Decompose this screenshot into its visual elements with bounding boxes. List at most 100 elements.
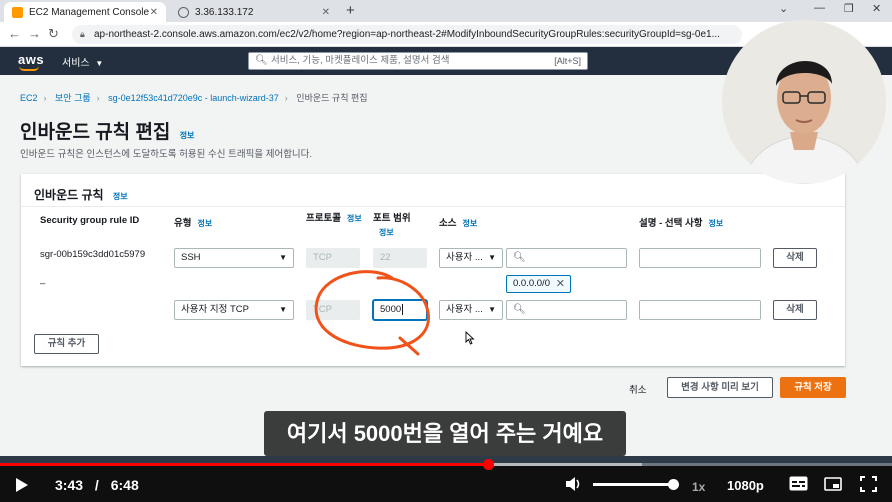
delete-button-2[interactable]: 삭제 <box>773 300 817 320</box>
info-link[interactable]: 정보 <box>197 219 212 228</box>
tab-label: EC2 Management Console <box>29 6 150 18</box>
maximize-icon[interactable]: ❐ <box>844 2 854 15</box>
info-link[interactable]: 정보 <box>180 131 195 140</box>
search-icon: 🔍︎ <box>255 55 268 66</box>
col-rule-id: Security group rule ID <box>40 215 140 226</box>
cancel-link[interactable]: 취소 <box>629 382 646 396</box>
caret-down-icon: ▼ <box>488 305 496 314</box>
volume-icon[interactable] <box>565 476 583 492</box>
services-menu[interactable]: 서비스 ▼ <box>62 54 103 69</box>
minimize-icon[interactable]: — <box>814 2 825 14</box>
time-display: 3:43 / 6:48 <box>55 477 139 493</box>
tab-search-icon[interactable]: ⌄ <box>779 2 788 15</box>
col-port-range: 포트 범위 정보 <box>373 212 433 240</box>
new-tab-icon[interactable]: + <box>346 2 355 19</box>
divider <box>21 206 845 207</box>
type-select-1[interactable]: SSH ▼ <box>174 248 294 268</box>
progress-scrubber[interactable] <box>482 459 494 470</box>
breadcrumb-security-groups[interactable]: 보안 그룹 <box>55 93 91 103</box>
forward-icon[interactable]: → <box>28 26 41 41</box>
url-text: ap-northeast-2.console.aws.amazon.com/ec… <box>94 29 720 40</box>
type-select-2[interactable]: 사용자 지정 TCP ▼ <box>174 300 294 320</box>
url-input[interactable]: 🔒︎ ap-northeast-2.console.aws.amazon.com… <box>72 25 742 44</box>
info-link[interactable]: 정보 <box>113 192 128 201</box>
source-value: 사용자 ... <box>446 252 483 263</box>
description-input-2[interactable] <box>639 300 761 320</box>
col-description: 설명 - 선택 사항 정보 <box>639 215 723 229</box>
browser-tab-bar: EC2 Management Console ✕ 3.36.133.172 ✕ … <box>0 0 892 22</box>
add-rule-button[interactable]: 규칙 추가 <box>34 334 99 354</box>
col-description-text: 설명 - 선택 사항 <box>639 218 703 229</box>
annotation-circle <box>314 270 430 356</box>
breadcrumb-ec2[interactable]: EC2 <box>20 93 38 103</box>
source-select-1[interactable]: 사용자 ... ▼ <box>439 248 503 268</box>
subtitles-icon[interactable] <box>789 476 808 491</box>
page-title: 인바운드 규칙 편집 정보 <box>20 117 194 144</box>
info-link[interactable]: 정보 <box>709 219 724 228</box>
info-link[interactable]: 정보 <box>347 214 362 223</box>
current-time: 3:43 <box>55 477 84 493</box>
tab-ec2-console[interactable]: EC2 Management Console ✕ <box>4 2 166 22</box>
remove-token-icon[interactable]: ✕ <box>556 276 565 292</box>
breadcrumb-security-group[interactable]: sg-0e12f53c41d720e9c - launch-wizard-37 <box>108 93 279 103</box>
aws-favicon-icon <box>12 6 23 18</box>
duration: 6:48 <box>110 477 139 493</box>
aws-search-input[interactable]: 🔍︎ 서비스, 기능, 마켓플레이스 제품, 설명서 검색 [Alt+S] <box>248 52 588 70</box>
save-rules-button[interactable]: 규칙 저장 <box>780 377 846 398</box>
protocol-field-1: TCP <box>306 248 360 268</box>
search-icon: 🔍︎ <box>513 304 526 315</box>
playback-speed[interactable]: 1x <box>692 480 705 494</box>
video-subtitle: 여기서 5000번을 열어 주는 거예요 <box>264 411 626 456</box>
col-protocol: 프로토콜 정보 <box>306 212 366 226</box>
search-icon: 🔍︎ <box>513 252 526 263</box>
source-search-input-2[interactable]: 🔍︎ <box>506 300 627 320</box>
tab-ip-address[interactable]: 3.36.133.172 ✕ <box>170 2 338 22</box>
preview-changes-button[interactable]: 변경 사항 미리 보기 <box>667 377 773 398</box>
col-type: 유형 정보 <box>174 215 212 229</box>
caret-down-icon: ▼ <box>279 253 287 262</box>
description-input-1[interactable] <box>639 248 761 268</box>
source-search-input-1[interactable]: 🔍︎ <box>506 248 627 268</box>
aws-logo-smile <box>19 66 39 71</box>
page-description: 인바운드 규칙은 인스턴스에 도달하도록 허용된 수신 트래픽을 제어합니다. <box>20 149 313 160</box>
window-close-icon[interactable]: ✕ <box>872 2 881 15</box>
quality-setting[interactable]: 1080p <box>727 478 764 493</box>
aws-logo[interactable]: aws <box>18 52 44 67</box>
delete-button-1[interactable]: 삭제 <box>773 248 817 268</box>
panel-heading: 인바운드 규칙 정보 <box>34 186 128 203</box>
col-protocol-text: 프로토콜 <box>306 213 341 224</box>
screen: EC2 Management Console ✕ 3.36.133.172 ✕ … <box>0 0 892 502</box>
rule-id-2: – <box>40 278 46 289</box>
progress-played <box>0 463 488 466</box>
volume-knob[interactable] <box>668 479 679 490</box>
cidr-token: 0.0.0.0/0 ✕ <box>506 275 571 293</box>
breadcrumb: EC2 › 보안 그룹 › sg-0e12f53c41d720e9c - launc… <box>20 93 368 103</box>
reload-icon[interactable]: ↻ <box>48 26 59 42</box>
caret-down-icon: ▼ <box>488 253 496 262</box>
globe-icon <box>178 6 189 18</box>
col-source: 소스 정보 <box>439 215 477 229</box>
caret-down-icon: ▼ <box>279 305 287 314</box>
services-label: 서비스 <box>62 58 90 69</box>
miniplayer-icon[interactable] <box>824 477 842 491</box>
source-value: 사용자 ... <box>446 304 483 315</box>
play-icon[interactable] <box>15 477 29 493</box>
fullscreen-icon[interactable] <box>860 476 877 492</box>
type-value: SSH <box>181 252 201 263</box>
webcam-overlay <box>722 20 886 184</box>
port-range-field-1: 22 <box>373 248 427 268</box>
back-icon[interactable]: ← <box>8 26 21 41</box>
search-placeholder: 서비스, 기능, 마켓플레이스 제품, 설명서 검색 <box>271 55 450 66</box>
volume-slider[interactable] <box>593 483 673 486</box>
mouse-pointer-icon <box>465 331 475 345</box>
tab-close-icon[interactable]: ✕ <box>150 7 158 18</box>
tab-close-icon[interactable]: ✕ <box>322 7 330 18</box>
cidr-token-text: 0.0.0.0/0 <box>513 278 550 289</box>
col-type-text: 유형 <box>174 218 192 229</box>
search-shortcut: [Alt+S] <box>554 56 581 66</box>
rule-id-1: sgr-00b159c3dd01c5979 <box>40 249 146 260</box>
info-link[interactable]: 정보 <box>379 228 394 237</box>
presenter-image <box>722 20 886 184</box>
info-link[interactable]: 정보 <box>462 219 477 228</box>
type-value: 사용자 지정 TCP <box>181 304 249 315</box>
